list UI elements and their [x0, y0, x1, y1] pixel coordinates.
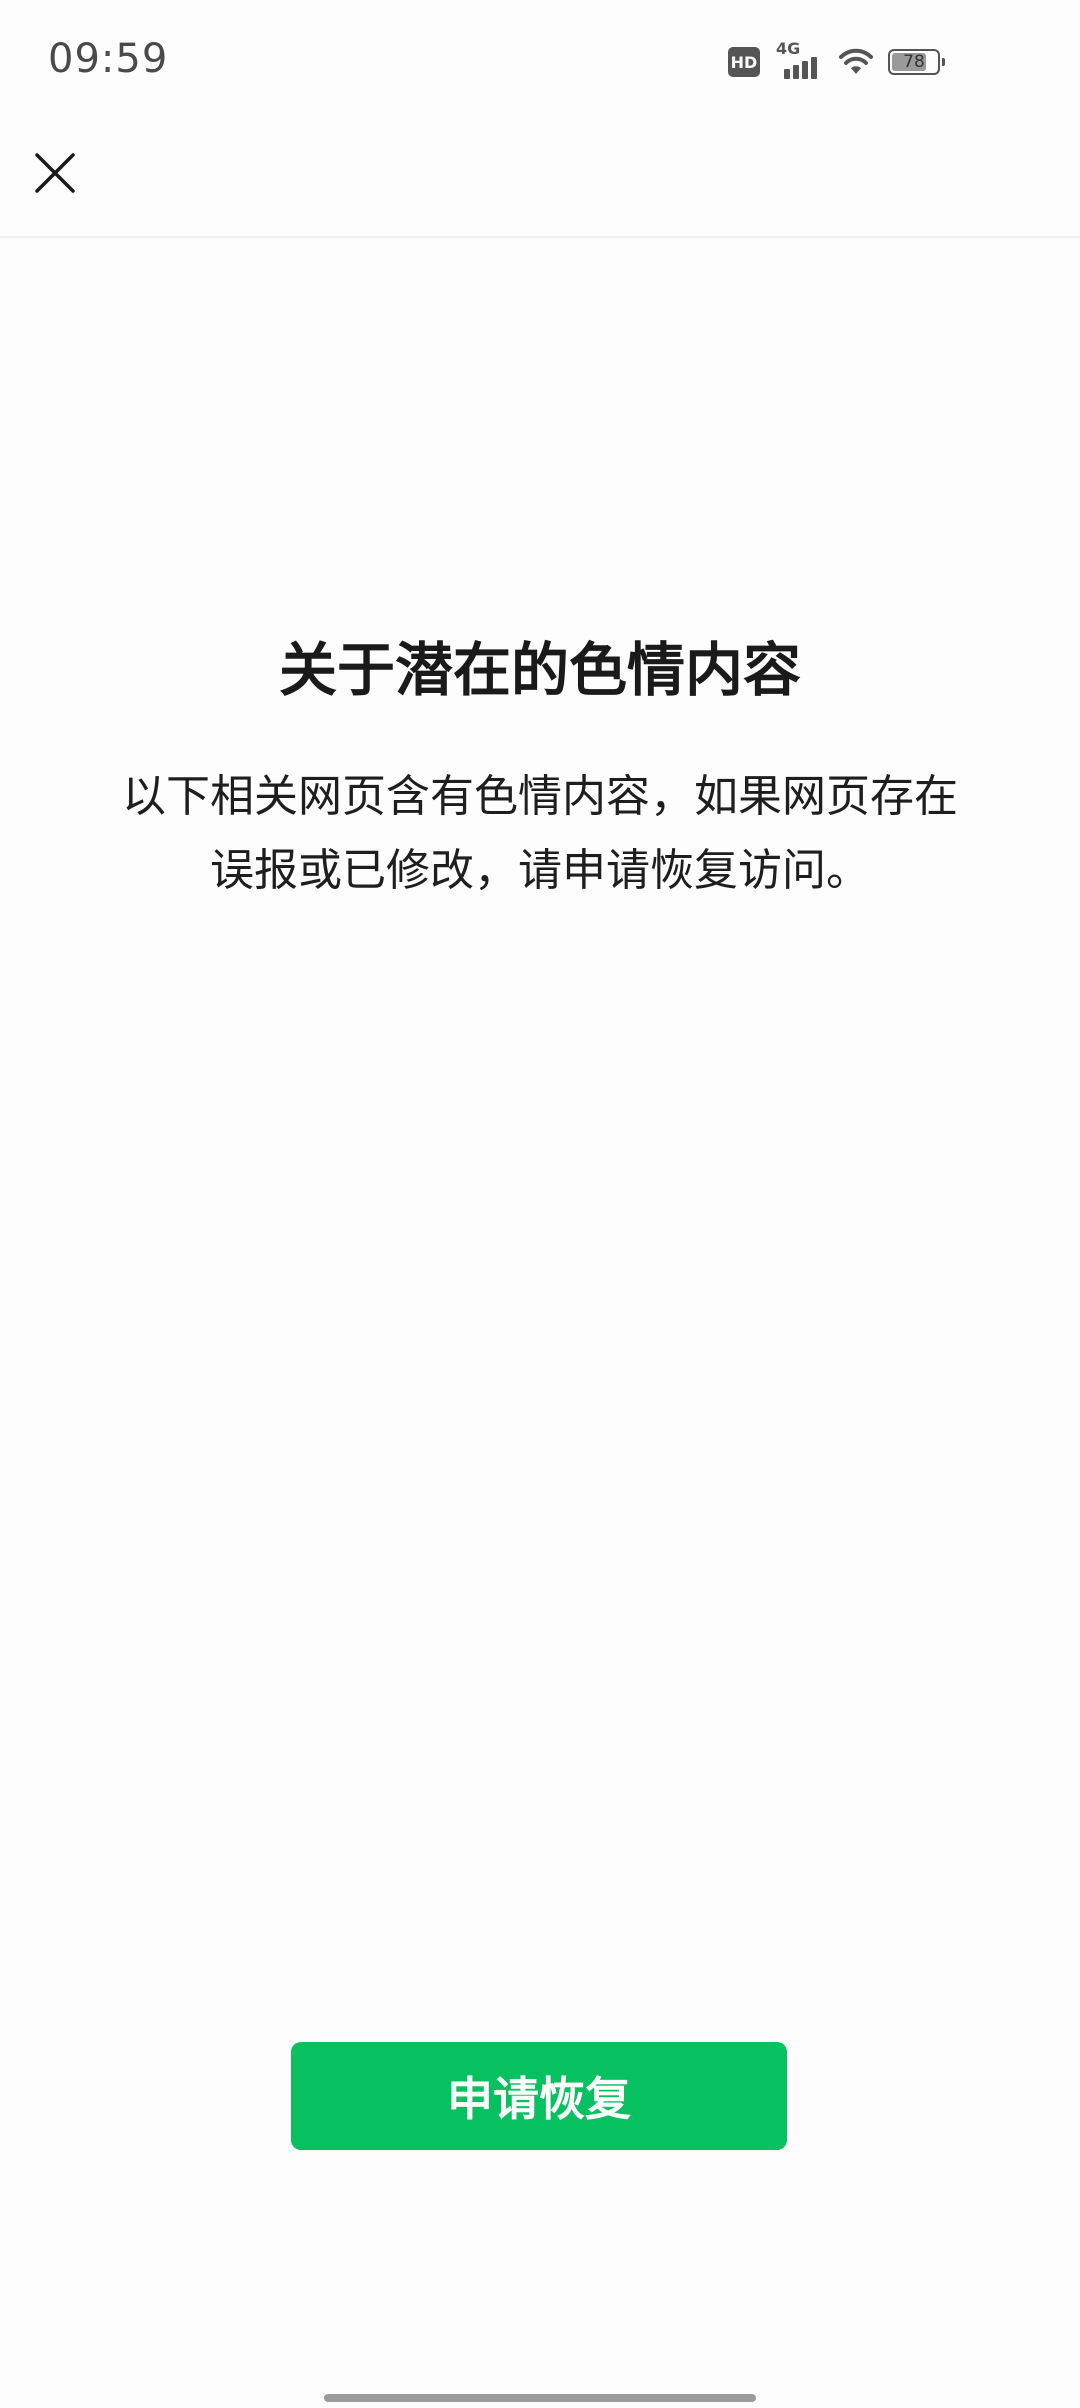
hd-icon: HD	[728, 47, 760, 77]
battery-icon: 78	[888, 49, 945, 75]
screen: 09:59 HD 4G 78 关于潜在的色情内容 以下相关网页含有色情内容，如果…	[0, 0, 1080, 2408]
description-line-1: 以下相关网页含有色情内容，如果网页存在	[122, 771, 958, 822]
signal-bars	[784, 57, 817, 79]
battery-level: 78	[903, 52, 925, 72]
signal-icon: 4G	[774, 39, 824, 79]
close-button[interactable]	[22, 140, 88, 206]
wifi-icon	[839, 48, 873, 74]
request-restore-button[interactable]: 申请恢复	[291, 2042, 787, 2150]
page-title: 关于潜在的色情内容	[278, 636, 801, 704]
nav-bar	[0, 120, 1080, 238]
network-type-label: 4G	[776, 39, 801, 58]
status-bar: 09:59 HD 4G 78	[0, 0, 1080, 120]
close-icon	[35, 153, 75, 193]
description-line-2: 误报或已修改，请申请恢复访问。	[210, 845, 870, 896]
status-icons: HD 4G 78	[728, 39, 945, 84]
home-indicator[interactable]	[324, 2394, 756, 2402]
description: 以下相关网页含有色情内容，如果网页存在 误报或已修改，请申请恢复访问。	[90, 760, 990, 908]
battery-tip	[942, 58, 945, 66]
status-time: 09:59	[48, 36, 169, 82]
